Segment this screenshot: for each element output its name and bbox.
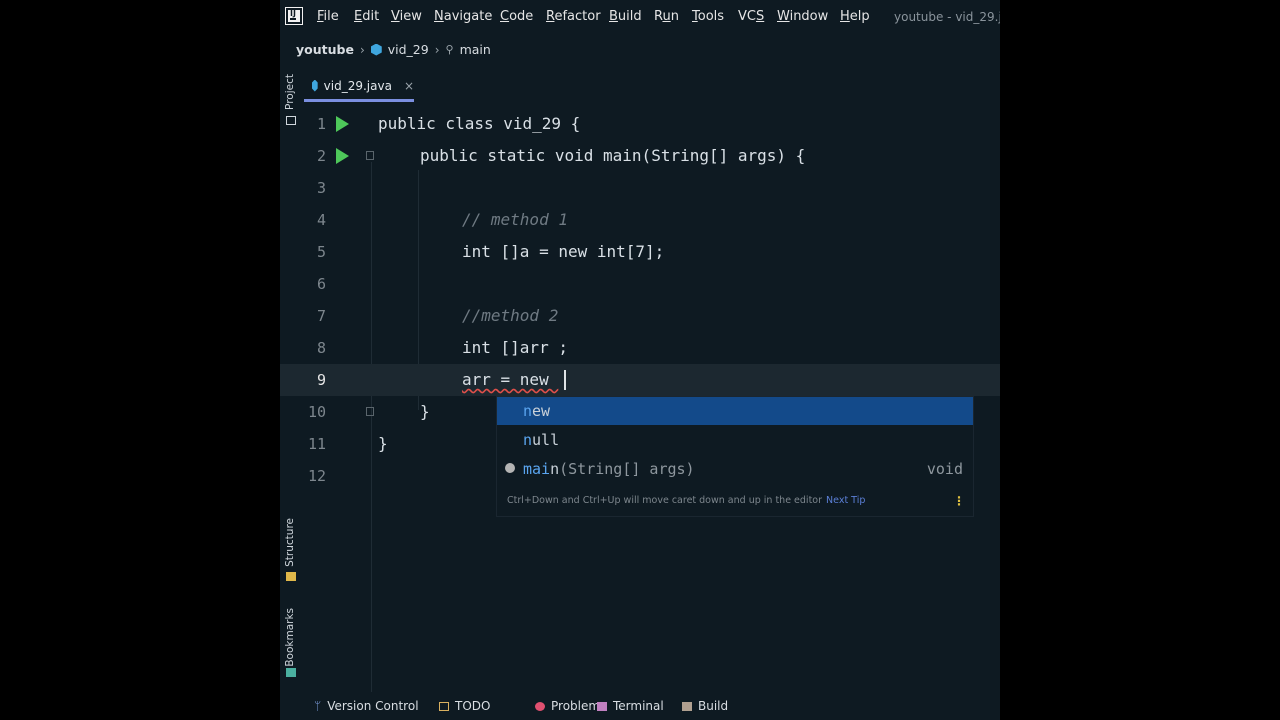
menu-file[interactable]: File (317, 9, 339, 24)
completion-match: mai (523, 460, 551, 478)
fold-icon[interactable] (366, 407, 374, 416)
branch-icon: ᛘ (314, 699, 322, 713)
breadcrumb-class[interactable]: vid_29 (388, 42, 429, 57)
close-icon[interactable]: × (404, 79, 414, 93)
java-class-icon (370, 43, 382, 56)
menu-build[interactable]: Build (609, 9, 642, 24)
terminal-icon (597, 701, 607, 711)
completion-label: ull (532, 431, 560, 449)
menu-window[interactable]: Window (777, 9, 828, 24)
line-number: 10 (307, 403, 326, 421)
tab-label: vid_29.java (323, 78, 392, 93)
menu-tools[interactable]: Tools (692, 9, 724, 24)
line-number: 3 (316, 179, 326, 197)
completion-item-new[interactable]: new (497, 397, 973, 425)
intellij-logo-icon[interactable]: IJ (285, 7, 303, 25)
bottom-label: Version Control (327, 699, 419, 713)
code-text: public static void main(String[] args) { (420, 146, 806, 165)
code-text: arr = new (462, 370, 559, 389)
code-line: 6 (280, 268, 1000, 300)
bottom-label: TODO (455, 699, 491, 713)
line-number: 6 (316, 275, 326, 293)
code-completion-popup: new null main(String[] args) void Ctrl+D… (496, 396, 974, 517)
problems-icon (535, 701, 545, 711)
next-tip-link[interactable]: Next Tip (826, 495, 865, 506)
code-text: public class vid_29 { (378, 114, 581, 133)
breadcrumb-project[interactable]: youtube (296, 42, 354, 57)
build-button[interactable]: Build (682, 699, 728, 713)
line-number: 2 (316, 147, 326, 165)
code-line: 2 public static void main(String[] args)… (280, 140, 1000, 172)
code-line: 1 public class vid_29 { (280, 108, 1000, 140)
code-line: 7 //method 2 (280, 300, 1000, 332)
more-options-icon[interactable]: ⋮ (953, 494, 965, 508)
menu-bar: IJ File Edit View Navigate Code Refactor… (280, 0, 1000, 33)
completion-params: (String[] args) (559, 460, 695, 478)
tip-text: Ctrl+Down and Ctrl+Up will move caret do… (507, 495, 823, 506)
code-text: } (378, 434, 388, 453)
completion-return-type: void (926, 460, 963, 478)
code-line: 3 (280, 172, 1000, 204)
breadcrumb: youtube › vid_29 › ⚲ main (296, 42, 491, 57)
completion-match: n (523, 431, 533, 449)
java-class-icon (312, 79, 318, 92)
menu-navigate[interactable]: Navigate (434, 9, 492, 24)
line-number: 7 (316, 307, 326, 325)
code-text: } (420, 402, 430, 421)
build-icon (682, 701, 692, 711)
todo-icon (439, 701, 449, 711)
tab-vid-29-java[interactable]: vid_29.java × (304, 72, 414, 102)
method-icon (505, 463, 515, 473)
window-title: youtube - vid_29.ja (894, 10, 1000, 24)
completion-match: n (523, 402, 533, 420)
menu-edit[interactable]: Edit (354, 9, 379, 24)
menu-run[interactable]: Run (654, 9, 679, 24)
problems-button[interactable]: Problems (535, 699, 606, 713)
line-number: 9 (316, 371, 326, 389)
chevron-right-icon: › (434, 42, 440, 57)
code-comment: //method 2 (462, 306, 559, 325)
line-number: 12 (307, 467, 326, 485)
completion-label: n (550, 460, 560, 478)
text-caret (564, 370, 566, 390)
code-comment: // method 1 (462, 210, 568, 229)
run-icon[interactable] (336, 116, 349, 132)
menu-help[interactable]: Help (840, 9, 870, 24)
bottom-label: Terminal (613, 699, 664, 713)
completion-item-null[interactable]: null (497, 426, 973, 454)
completion-item-main[interactable]: main(String[] args) void (497, 455, 973, 483)
terminal-button[interactable]: Terminal (597, 699, 664, 713)
chevron-right-icon: › (359, 42, 365, 57)
breadcrumb-method[interactable]: main (460, 42, 491, 57)
version-control-button[interactable]: ᛘ Version Control (314, 699, 419, 713)
menu-view[interactable]: View (391, 9, 422, 24)
tool-window-project[interactable]: Project (284, 74, 296, 110)
menu-vcs[interactable]: VCS (738, 9, 764, 24)
completion-label: ew (532, 402, 551, 420)
fold-icon[interactable] (366, 151, 374, 160)
run-icon[interactable] (336, 148, 349, 164)
todo-button[interactable]: TODO (439, 699, 490, 713)
menu-code[interactable]: Code (500, 9, 533, 24)
line-number: 4 (316, 211, 326, 229)
method-icon: ⚲ (445, 43, 454, 56)
line-number: 1 (316, 115, 326, 133)
bottom-label: Build (698, 699, 729, 713)
bottom-toolbar: ᛘ Version Control TODO Problems Terminal… (280, 692, 1000, 720)
line-number: 11 (307, 435, 326, 453)
code-text: int []arr ; (462, 338, 568, 357)
ide-window: IJ File Edit View Navigate Code Refactor… (280, 0, 1000, 720)
line-number: 8 (316, 339, 326, 357)
code-line: 5 int []a = new int[7]; (280, 236, 1000, 268)
code-line: 4 // method 1 (280, 204, 1000, 236)
code-text: int []a = new int[7]; (462, 242, 665, 261)
current-code-line: 9 arr = new (280, 364, 1000, 396)
line-number: 5 (316, 243, 326, 261)
completion-tip: Ctrl+Down and Ctrl+Up will move caret do… (507, 495, 865, 506)
menu-refactor[interactable]: Refactor (546, 9, 601, 24)
code-line: 8 int []arr ; (280, 332, 1000, 364)
